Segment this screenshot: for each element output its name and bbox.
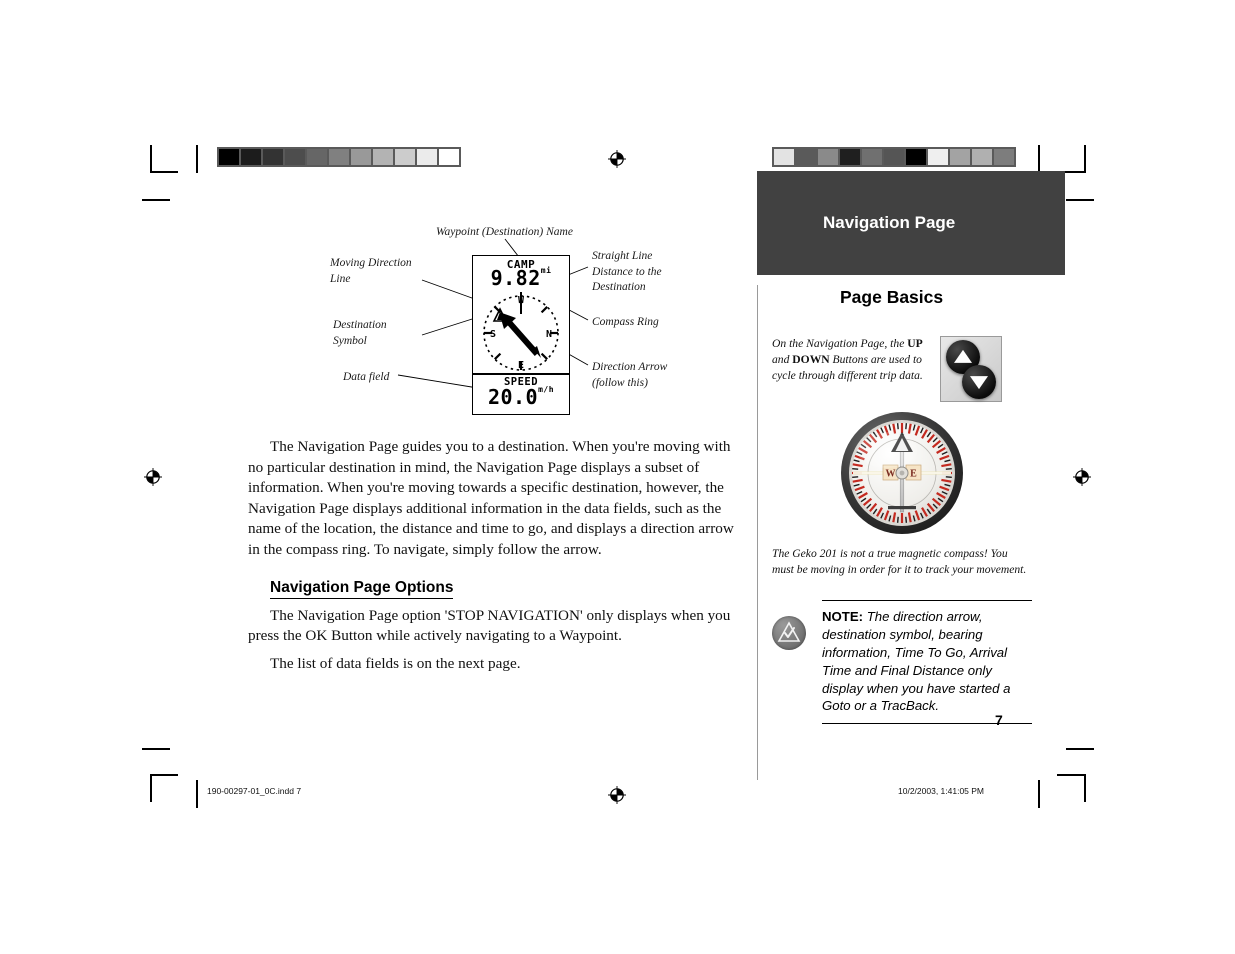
section-heading-wrap: Navigation Page Options [248,568,748,606]
paragraph-intro: The Navigation Page guides you to a dest… [248,438,734,558]
gps-distance-readout: 9.82mi [473,266,569,290]
color-swatch-10 [439,149,459,165]
color-swatch-3 [840,149,860,165]
color-swatch-9 [972,149,992,165]
color-swatch-7 [373,149,393,165]
gps-speed-readout: 20.0m/h [473,385,569,409]
gps-data-field: SPEED 20.0m/h [473,374,569,415]
updown-buttons-illustration [940,336,1002,402]
color-swatch-6 [906,149,926,165]
updown-bold-down: DOWN [792,353,830,367]
chapter-banner: Navigation Page [757,171,1065,275]
svg-text:E: E [910,469,917,480]
triangle-down-icon [970,376,988,390]
navigation-page-figure: Waypoint (Destination) Name Moving Direc… [330,225,750,425]
color-swatch-1 [241,149,261,165]
callout-straight-line-distance: Straight Line Distance to the Destinatio… [592,250,662,293]
updown-description: On the Navigation Page, the UP and DOWN … [772,336,932,402]
paragraph-data-fields-note: The list of data fields is on the next p… [270,654,521,672]
color-swatch-10 [994,149,1014,165]
color-swatch-4 [862,149,882,165]
svg-text:N: N [546,329,552,340]
note-box: NOTE: The direction arrow, destination s… [772,600,1032,725]
note-text: NOTE: The direction arrow, destination s… [822,608,1032,715]
color-swatch-5 [329,149,349,165]
magnetic-compass-photo: W E [839,410,965,536]
svg-text:W: W [886,469,896,480]
document-page: Waypoint (Destination) Name Moving Direc… [0,0,1235,954]
gps-device-illustration: CAMP 9.82mi N E S SPEED 20.0m/h [472,255,570,415]
color-swatch-0 [219,149,239,165]
callout-data-field: Data field [343,371,390,383]
footer-filename: 190-00297-01_0C.indd 7 [207,786,302,796]
note-checkmark-triangle-icon [772,616,806,651]
chapter-title: Navigation Page [823,213,956,232]
note-label: NOTE: [822,609,864,625]
gps-distance-unit: mi [540,266,552,275]
body-copy: The Navigation Page guides you to a dest… [248,437,748,674]
color-swatch-8 [950,149,970,165]
registration-target-icon-right [1073,468,1091,486]
callout-compass-ring: Compass Ring [592,316,659,328]
color-swatch-3 [285,149,305,165]
gps-screen: CAMP 9.82mi N E S [473,256,569,373]
callout-direction-arrow: Direction Arrow (follow this) [592,361,668,389]
sidebar-content: Page Basics On the Navigation Page, the … [772,287,1032,725]
gps-compass-ring-graphic: W N E S [483,292,559,371]
color-swatch-2 [818,149,838,165]
color-calibration-bar-right [772,147,1016,167]
note-text-wrap: NOTE: The direction arrow, destination s… [822,600,1032,725]
updown-text-2: and [772,353,793,367]
color-swatch-9 [417,149,437,165]
compass-caption: The Geko 201 is not a true magnetic comp… [772,547,1027,577]
registration-target-icon [608,150,626,168]
gps-speed-value: 20.0 [487,385,539,409]
registration-target-icon-bottom [608,786,626,804]
gps-speed-unit: m/h [538,385,555,394]
callout-moving-direction-line: Moving Direction Line [330,257,412,285]
color-swatch-2 [263,149,283,165]
color-swatch-5 [884,149,904,165]
callout-destination-symbol: Destination Symbol [333,319,387,347]
updown-buttons-block: On the Navigation Page, the UP and DOWN … [772,336,1032,402]
note-body: The direction arrow, destination symbol,… [822,609,1011,714]
page-basics-heading: Page Basics [840,287,944,307]
note-icon-wrap [772,600,816,724]
updown-bold-up: UP [907,337,923,350]
color-swatch-0 [774,149,794,165]
sidebar: Navigation Page [757,171,1067,275]
color-swatch-6 [351,149,371,165]
page-number: 7 [995,712,1003,728]
updown-text-1: On the Navigation Page, the [772,337,908,350]
svg-text:S: S [490,329,496,340]
left-text-column: Waypoint (Destination) Name Moving Direc… [248,225,748,681]
color-swatch-7 [928,149,948,165]
paragraph-stop-navigation: The Navigation Page option 'STOP NAVIGAT… [248,606,731,645]
sidebar-vertical-rule [757,285,758,780]
color-swatch-8 [395,149,415,165]
footer-timestamp: 10/2/2003, 1:41:05 PM [898,786,985,796]
color-swatch-1 [796,149,816,165]
gps-distance-value: 9.82 [490,266,541,290]
section-heading-navigation-page-options: Navigation Page Options [270,579,454,599]
triangle-up-icon [954,349,972,363]
callout-waypoint-name: Waypoint (Destination) Name [436,226,573,238]
svg-text:E: E [518,360,524,371]
color-calibration-bar-left [217,147,461,167]
color-swatch-4 [307,149,327,165]
registration-target-icon-left [144,468,162,486]
down-button-icon [962,365,996,399]
